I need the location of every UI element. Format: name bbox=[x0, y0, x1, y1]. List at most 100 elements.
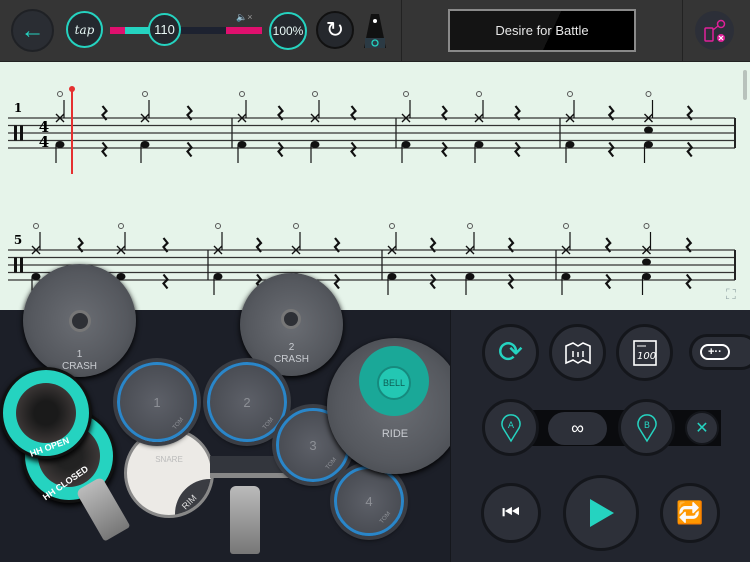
quarter-rest bbox=[277, 141, 284, 158]
bass-drum-note bbox=[644, 141, 653, 148]
snare-note bbox=[642, 258, 651, 266]
bass-drum-note bbox=[642, 273, 651, 280]
refresh-icon: ↻ bbox=[325, 17, 345, 42]
reset-button[interactable]: ↻ bbox=[316, 11, 354, 49]
link-loop-button[interactable]: ∞ bbox=[548, 412, 607, 445]
play-icon bbox=[590, 499, 614, 527]
point-a-button[interactable]: A bbox=[482, 399, 539, 456]
scrollbar[interactable] bbox=[743, 70, 747, 100]
svg-text:B: B bbox=[643, 421, 649, 431]
open-hihat-mark bbox=[643, 223, 650, 229]
repeat-button[interactable]: 🔁 bbox=[660, 483, 720, 543]
open-hihat-mark bbox=[312, 91, 318, 97]
pin-a-icon: A bbox=[500, 413, 521, 442]
skip-back-icon: ⏮ bbox=[502, 501, 520, 524]
mute-icon[interactable]: 🔈× bbox=[236, 12, 252, 23]
kick-pedal[interactable] bbox=[230, 486, 260, 554]
rewind-button[interactable]: ⏮ bbox=[481, 483, 541, 543]
percussion-clef bbox=[14, 125, 17, 141]
device-disconnected-icon bbox=[703, 19, 725, 42]
open-hihat-mark bbox=[567, 91, 573, 97]
time-signature-bottom: 4 bbox=[39, 133, 49, 151]
gamepad-icon: +·· bbox=[700, 344, 730, 360]
crash-2-cymbal[interactable]: 2 CRASH bbox=[240, 273, 343, 376]
snare-drum[interactable]: SNARE RIM bbox=[124, 428, 214, 518]
open-hihat-mark bbox=[239, 91, 245, 97]
svg-text:100: 100 bbox=[637, 351, 656, 362]
percussion-clef bbox=[20, 125, 23, 141]
back-button[interactable]: ← bbox=[11, 9, 54, 52]
bass-drum-note bbox=[310, 141, 320, 148]
divider bbox=[682, 0, 683, 62]
quarter-rest bbox=[333, 273, 341, 290]
quarter-rest bbox=[441, 141, 448, 158]
percussion-clef bbox=[20, 257, 23, 273]
more-options-button[interactable]: +·· bbox=[689, 334, 750, 370]
quarter-rest bbox=[604, 273, 612, 290]
open-hihat-mark bbox=[563, 223, 569, 229]
close-icon: ✕ bbox=[695, 420, 709, 437]
tom-1-pad[interactable]: 1 TOM bbox=[117, 362, 197, 442]
tom-label: TOM bbox=[261, 417, 275, 431]
quarter-rest bbox=[607, 141, 615, 158]
clear-ab-button[interactable]: ✕ bbox=[685, 411, 719, 445]
tom-label: TOM bbox=[378, 511, 392, 525]
open-hihat-mark bbox=[118, 223, 124, 229]
device-connect-button[interactable] bbox=[695, 11, 734, 50]
tom-4-pad[interactable]: 4 TOM bbox=[334, 466, 404, 536]
quarter-rest bbox=[186, 141, 193, 158]
bass-drum-note bbox=[31, 273, 41, 280]
speed-button[interactable]: 100% bbox=[269, 12, 307, 50]
crash-1-cymbal[interactable]: 1 CRASH bbox=[23, 264, 136, 377]
measure-number: 5 bbox=[14, 233, 22, 247]
loop-mode-button[interactable]: ⟳ bbox=[482, 324, 539, 381]
metronome-button[interactable] bbox=[363, 12, 387, 50]
bass-drum-note bbox=[55, 141, 65, 148]
pin-b-icon: B bbox=[636, 413, 657, 442]
top-toolbar: ← tap 110 🔈× 100% ↻ Desire for Battle bbox=[0, 0, 750, 62]
song-title-button[interactable]: Desire for Battle bbox=[448, 9, 636, 52]
bass-drum-note bbox=[561, 273, 571, 280]
open-hihat-mark bbox=[142, 91, 148, 97]
measure-number: 1 bbox=[14, 101, 22, 115]
play-button[interactable] bbox=[563, 475, 639, 551]
sync-icon: ⟳ bbox=[497, 336, 524, 369]
tom-label: TOM bbox=[171, 417, 185, 431]
point-b-button[interactable]: B bbox=[618, 399, 675, 456]
sheet-music[interactable]: 1445 ⛶ bbox=[0, 62, 750, 310]
quarter-rest bbox=[686, 141, 694, 158]
fullscreen-icon[interactable]: ⛶ bbox=[726, 286, 736, 303]
rim-pad[interactable]: RIM bbox=[175, 479, 211, 515]
quarter-rest bbox=[507, 273, 515, 290]
loop-link-icon: ∞ bbox=[571, 418, 584, 438]
tom-2-pad[interactable]: 2 TOM bbox=[207, 362, 287, 442]
open-hihat-mark bbox=[476, 91, 482, 97]
tap-tempo-button[interactable]: tap bbox=[66, 11, 103, 48]
score-button[interactable]: 100 bbox=[616, 324, 673, 381]
cymbal-bolt bbox=[69, 310, 91, 332]
bell-pad[interactable]: BELL bbox=[377, 366, 411, 400]
arrow-left-icon: ← bbox=[20, 16, 45, 44]
hihat-open-pad[interactable]: HH OPEN bbox=[0, 367, 92, 459]
tempo-slider[interactable] bbox=[110, 27, 262, 34]
open-hihat-mark bbox=[215, 223, 221, 229]
hihat-pedal[interactable] bbox=[75, 476, 131, 542]
bass-drum-note bbox=[474, 141, 484, 148]
open-hihat-mark bbox=[403, 91, 409, 97]
open-hihat-mark bbox=[389, 223, 395, 229]
playhead-handle bbox=[69, 86, 75, 92]
map-icon bbox=[564, 341, 591, 364]
cymbal-bolt bbox=[281, 309, 301, 329]
quarter-rest bbox=[685, 273, 693, 290]
quarter-rest bbox=[514, 141, 521, 158]
open-hihat-mark bbox=[467, 223, 473, 229]
map-button[interactable] bbox=[549, 324, 606, 381]
ride-cymbal[interactable]: BELL RIDE bbox=[327, 338, 463, 474]
open-hihat-mark bbox=[33, 223, 39, 229]
repeat-icon: 🔁 bbox=[676, 500, 704, 525]
bass-drum-note bbox=[237, 141, 247, 148]
quarter-rest bbox=[350, 141, 357, 158]
tempo-value-knob[interactable]: 110 bbox=[148, 13, 181, 46]
tempo-slider-min bbox=[110, 27, 125, 34]
bass-drum-note bbox=[213, 273, 223, 280]
